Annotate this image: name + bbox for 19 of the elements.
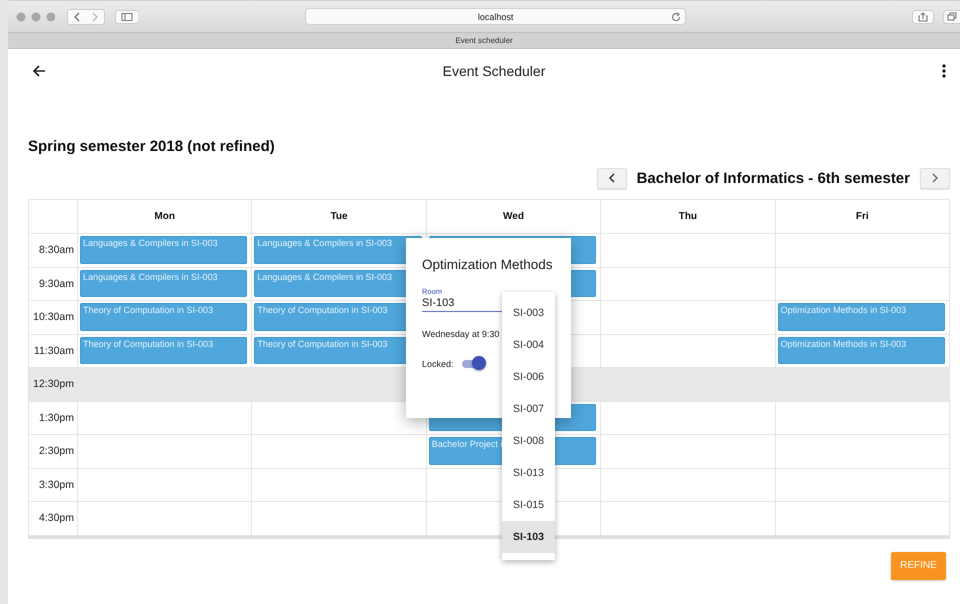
app-title: Event Scheduler: [442, 63, 546, 79]
time-label: 2:30pm: [29, 435, 78, 468]
time-label: 10:30am: [29, 301, 78, 334]
time-label: 8:30am: [29, 234, 78, 268]
locked-label: Locked:: [422, 359, 454, 369]
time-label: 3:30pm: [29, 468, 78, 502]
time-label: 12:30pm: [29, 368, 78, 402]
time-label: 9:30am: [29, 268, 78, 301]
event-time-text: Wednesday at 9:30: [422, 329, 500, 339]
day-header: Fri: [776, 200, 950, 234]
time-label: 4:30pm: [29, 502, 78, 536]
day-header: Mon: [78, 200, 252, 234]
page-heading: Spring semester 2018 (not refined): [28, 137, 276, 157]
popup-title: Optimization Methods: [422, 257, 554, 272]
day-header: Tue: [252, 200, 427, 234]
day-header: Wed: [426, 200, 602, 234]
program-title: Bachelor of Informatics - 6th semester: [636, 170, 910, 186]
time-label: 1:30pm: [29, 402, 78, 435]
day-header: Thu: [601, 200, 776, 234]
